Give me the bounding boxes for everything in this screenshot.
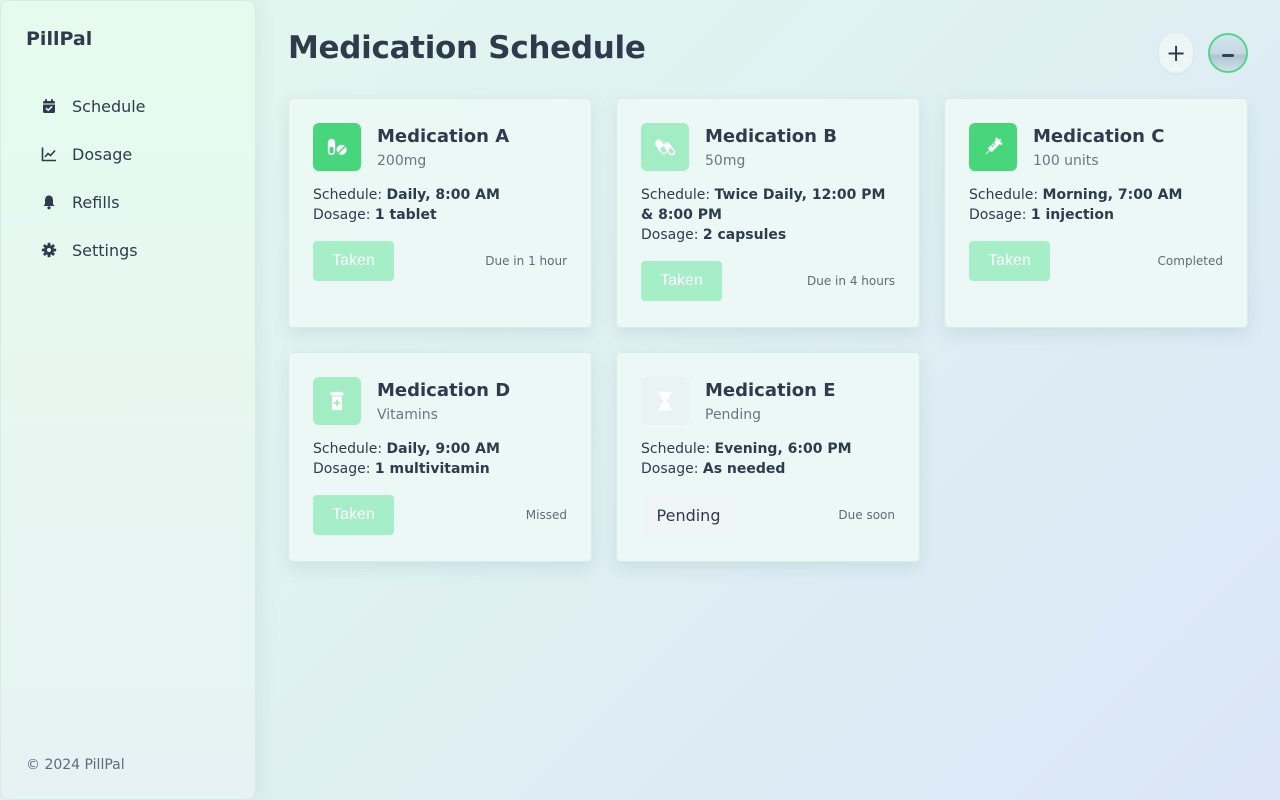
dosage-line: Dosage: As needed	[641, 461, 786, 477]
prescription-bottle-icon	[313, 377, 361, 425]
chart-line-icon	[41, 146, 57, 162]
schedule-line: Schedule: Morning, 7:00 AM	[969, 187, 1183, 203]
medication-strength: 100 units	[1033, 153, 1099, 169]
due-status: Due in 4 hours	[807, 274, 895, 288]
sidebar-item-label: Settings	[72, 240, 138, 260]
medication-name: Medication B	[705, 126, 837, 147]
calendar-check-icon	[41, 98, 57, 114]
dosage-value: 1 injection	[1030, 207, 1114, 223]
pending-button[interactable]: Pending	[641, 495, 736, 535]
medication-strength: Vitamins	[377, 407, 438, 423]
schedule-line: Schedule: Evening, 6:00 PM	[641, 441, 852, 457]
hourglass-icon	[641, 377, 689, 425]
schedule-line: Schedule: Daily, 8:00 AM	[313, 187, 500, 203]
medication-strength: 200mg	[377, 153, 427, 169]
dosage-line: Dosage: 1 multivitamin	[313, 461, 490, 477]
add-medication-button[interactable]: +	[1159, 33, 1193, 73]
bell-icon	[41, 194, 57, 210]
sidebar: PillPal Schedule Dosage Refills Settings	[0, 0, 256, 800]
medication-name: Medication C	[1033, 126, 1165, 147]
due-status: Due soon	[838, 508, 895, 522]
taken-button[interactable]: Taken	[313, 241, 394, 281]
taken-button[interactable]: Taken	[969, 241, 1050, 281]
schedule-value: Daily, 8:00 AM	[386, 187, 500, 203]
gear-icon	[41, 242, 57, 258]
schedule-line: Schedule: Twice Daily, 12:00 PM & 8:00 P…	[641, 187, 886, 223]
medication-card: Medication B 50mg Schedule: Twice Daily,…	[616, 98, 920, 328]
schedule-value: Daily, 9:00 AM	[386, 441, 500, 457]
schedule-value: Morning, 7:00 AM	[1042, 187, 1183, 203]
dosage-line: Dosage: 2 capsules	[641, 227, 787, 243]
medication-name: Medication E	[705, 380, 836, 401]
schedule-line: Schedule: Daily, 9:00 AM	[313, 441, 500, 457]
taken-button[interactable]: Taken	[641, 261, 722, 301]
medication-card: Medication C 100 units Schedule: Morning…	[944, 98, 1248, 328]
sidebar-nav: Schedule Dosage Refills Settings	[41, 94, 146, 286]
due-status: Missed	[525, 508, 567, 522]
medication-card: Medication A 200mg Schedule: Daily, 8:00…	[288, 98, 592, 328]
sidebar-item-label: Refills	[72, 192, 120, 212]
dosage-value: 1 tablet	[374, 207, 437, 223]
medication-strength: 50mg	[705, 153, 746, 169]
brand-logo[interactable]: PillPal	[26, 28, 92, 50]
syringe-icon	[969, 123, 1017, 171]
avatar[interactable]	[1208, 33, 1248, 73]
avatar-image	[1222, 54, 1234, 57]
sidebar-item-label: Schedule	[72, 96, 146, 116]
pills-icon	[313, 123, 361, 171]
sidebar-item-label: Dosage	[72, 144, 133, 164]
sidebar-item-refills[interactable]: Refills	[41, 190, 146, 214]
capsules-icon	[641, 123, 689, 171]
sidebar-item-schedule[interactable]: Schedule	[41, 94, 146, 118]
sidebar-item-dosage[interactable]: Dosage	[41, 142, 146, 166]
medication-name: Medication D	[377, 380, 511, 401]
medication-card: Medication E Pending Schedule: Evening, …	[616, 352, 920, 562]
copyright-text: © 2024 PillPal	[26, 757, 125, 773]
due-status: Due in 1 hour	[485, 254, 567, 268]
medication-name: Medication A	[377, 126, 510, 147]
sidebar-item-settings[interactable]: Settings	[41, 238, 146, 262]
taken-button[interactable]: Taken	[313, 495, 394, 535]
dosage-value: As needed	[702, 461, 786, 477]
dosage-value: 1 multivitamin	[374, 461, 490, 477]
dosage-value: 2 capsules	[702, 227, 787, 243]
medication-card: Medication D Vitamins Schedule: Daily, 9…	[288, 352, 592, 562]
due-status: Completed	[1157, 254, 1223, 268]
page-title: Medication Schedule	[288, 30, 646, 66]
schedule-value: Evening, 6:00 PM	[714, 441, 852, 457]
medication-strength: Pending	[705, 407, 761, 423]
dosage-line: Dosage: 1 injection	[969, 207, 1114, 223]
dosage-line: Dosage: 1 tablet	[313, 207, 437, 223]
